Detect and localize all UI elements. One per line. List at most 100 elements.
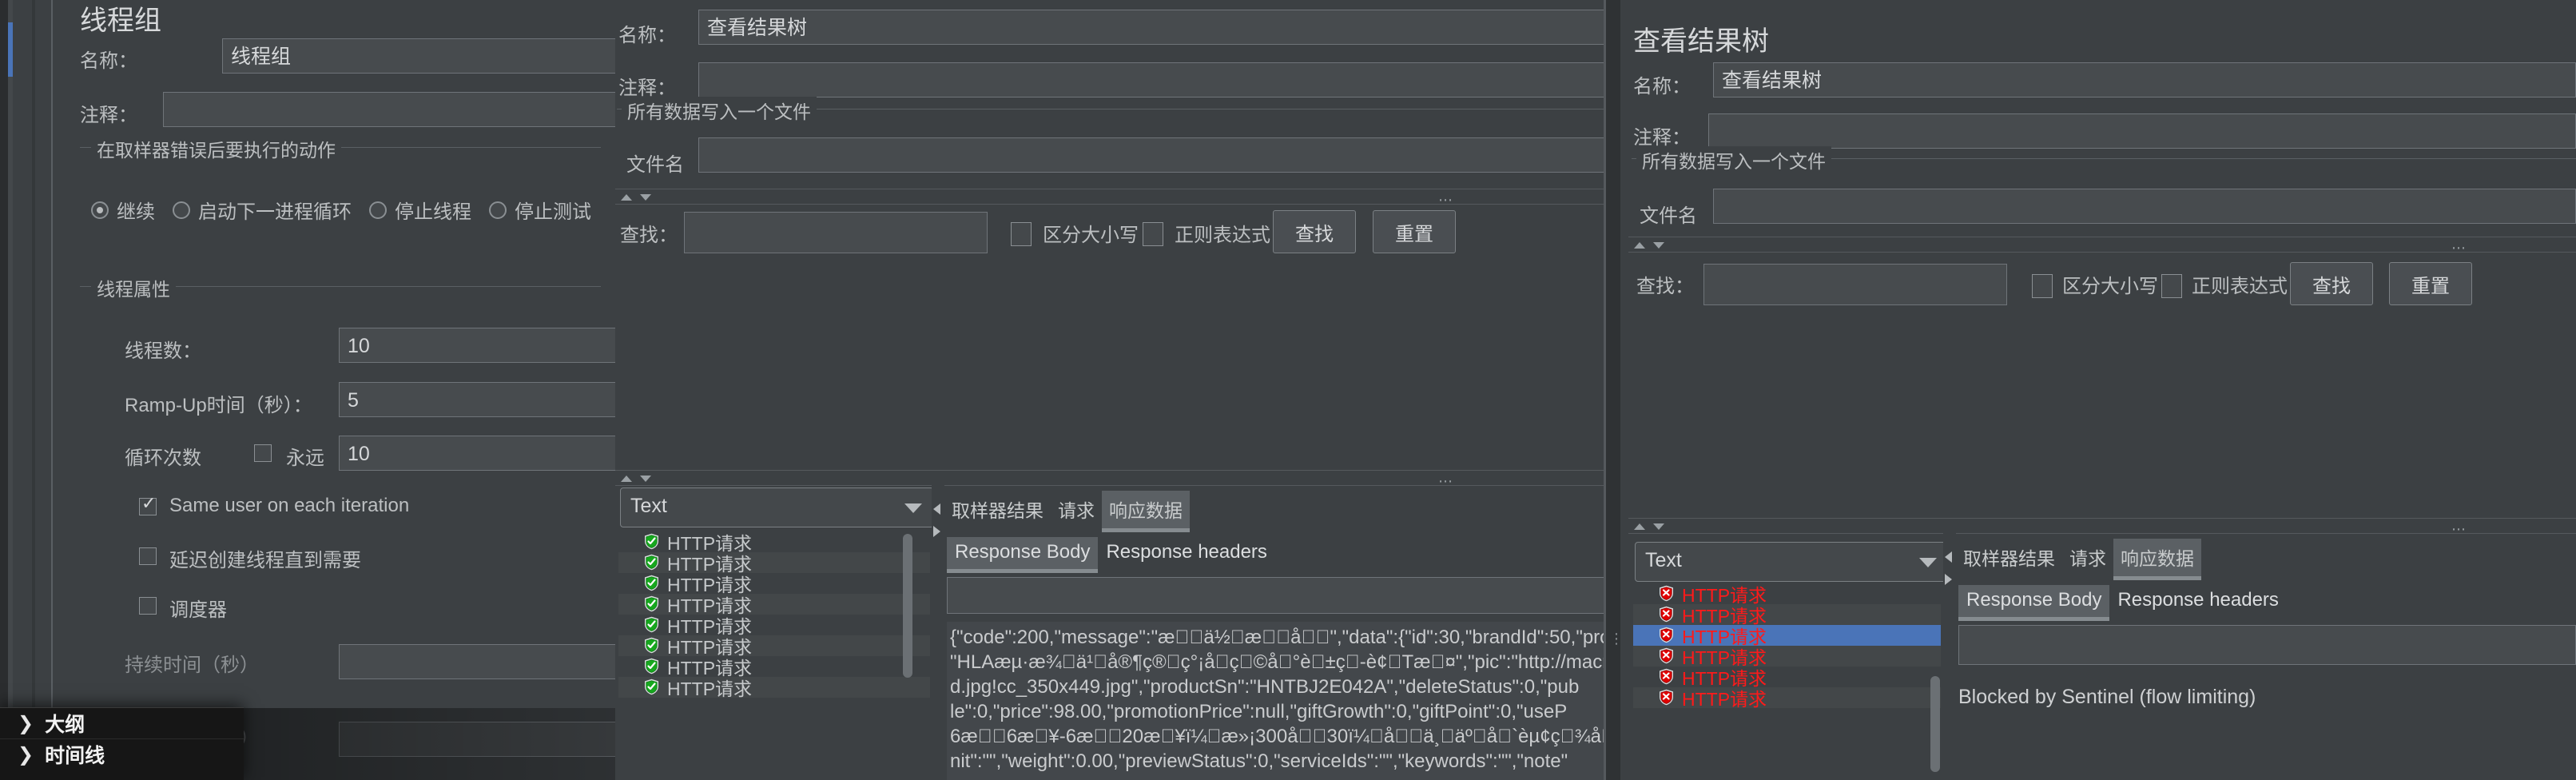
loop-count-input[interactable]: 10 [339,436,615,471]
response-subtabs-middle[interactable]: Response Body Response headers [947,537,1275,573]
response-subtabs-right[interactable]: Response Body Response headers [1958,585,2287,621]
arrow-right-icon[interactable] [1945,574,1952,585]
tree-item-http-request[interactable]: HTTP请求 [618,656,930,679]
collapse-down-icon[interactable] [1653,523,1664,530]
reset-button[interactable]: 重置 [2389,262,2472,305]
comment-input[interactable] [163,92,615,127]
subtab-response-headers[interactable]: Response headers [1098,537,1274,569]
response-body-text-middle[interactable]: {"code":200,"message":"æ  ä½ æ  å  ","da… [947,622,1606,780]
tree-item-http-request[interactable]: HTTP请求 [1633,667,1941,689]
tab-取样器结果[interactable]: 取样器结果 [944,491,1051,528]
delay-thread-creation-checkbox[interactable] [139,547,157,565]
subtab-response-body[interactable]: Response Body [1958,585,2110,621]
collapse-up-icon[interactable] [1634,242,1645,249]
results-tree-right[interactable]: HTTP请求 HTTP请求 HTTP请求 HTTP请求 HTTP请求 HTTP请求 [1633,583,1941,780]
same-user-label: Same user on each iteration [169,495,410,516]
radio-start-next-loop[interactable] [173,201,190,219]
thread-count-input[interactable]: 10 [339,328,615,363]
splitter-grip-icon[interactable]: ⋯ [2451,241,2467,255]
splitter-bar-middle[interactable]: ⋯ [1628,518,2576,536]
result-tabs-right[interactable]: 取样器结果 请求 响应数据 [1956,539,2201,580]
tree-item-http-request[interactable]: HTTP请求 [618,594,930,616]
radio-continue[interactable] [91,201,109,219]
renderer-select[interactable]: Text [1635,542,1949,582]
panel-splitter-handle[interactable] [45,0,51,780]
splitter-grip-icon[interactable]: ⋯ [1438,193,1454,207]
reset-button[interactable]: 重置 [1373,210,1456,253]
case-sensitive-checkbox[interactable] [1011,222,1032,246]
comment-input[interactable] [698,62,1606,98]
tree-item-http-request[interactable]: HTTP请求 [618,552,930,575]
tree-item-http-request[interactable]: HTTP请求 [1633,687,1941,710]
chevron-right-icon: ❯ [18,712,34,734]
arrow-left-icon[interactable] [933,503,940,515]
results-tree-scrollbar-middle[interactable] [903,534,912,678]
tree-item-http-request[interactable]: HTTP请求 [1633,583,1941,606]
find-button[interactable]: 查找 [2290,262,2373,305]
popup-item-timeline[interactable]: ❯ 时间线 [0,739,244,770]
tree-item-http-request[interactable]: HTTP请求 [618,531,930,554]
find-button[interactable]: 查找 [1273,210,1356,253]
forever-checkbox[interactable] [254,444,272,462]
tab-请求[interactable]: 请求 [2062,539,2113,576]
splitter-bar-top[interactable]: ⋯ [1628,237,2576,255]
tab-取样器结果[interactable]: 取样器结果 [1956,539,2062,576]
find-input[interactable] [1703,264,2007,305]
splitter-arrows-right[interactable] [1945,551,1956,591]
subtab-response-body[interactable]: Response Body [947,537,1099,573]
tab-响应数据[interactable]: 响应数据 [2113,539,2201,580]
regex-checkbox[interactable] [2161,274,2182,298]
tab-响应数据[interactable]: 响应数据 [1102,491,1190,532]
arrow-left-icon[interactable] [1945,551,1952,563]
chevron-down-icon[interactable] [1919,558,1937,567]
tab-请求[interactable]: 请求 [1051,491,1102,528]
tree-item-http-request[interactable]: HTTP请求 [1633,646,1941,668]
splitter-arrows-middle[interactable] [933,503,944,543]
collapse-down-icon[interactable] [640,476,651,482]
splitter-bar-middle[interactable]: ⋯ [615,470,1606,488]
radio-stop-thread[interactable] [369,201,387,219]
arrow-right-icon[interactable] [933,526,940,537]
same-user-checkbox[interactable] [139,493,157,515]
tree-item-http-request[interactable]: HTTP请求 [618,677,930,699]
name-input[interactable]: 查看结果树 [698,10,1606,45]
ramp-up-input[interactable]: 5 [339,382,615,417]
scheduler-checkbox[interactable] [139,597,157,615]
filename-input[interactable] [1713,189,2576,224]
response-body-text-right[interactable]: Blocked by Sentinel (flow limiting) [1958,686,2576,780]
popup-item-outline[interactable]: ❯ 大纲 [0,708,244,739]
tree-item-http-request[interactable]: HTTP请求 [1633,625,1941,647]
tree-item-http-request[interactable]: HTTP请求 [1633,604,1941,627]
results-tree-scrollbar-right[interactable] [1930,676,1940,772]
collapse-up-icon[interactable] [621,194,632,201]
splitter-grip-icon[interactable]: ⋯ [2451,522,2467,536]
collapse-up-icon[interactable] [621,476,632,482]
tree-item-label: HTTP请求 [667,679,753,699]
renderer-select[interactable]: Text [620,488,934,527]
chevron-down-icon[interactable] [904,503,922,513]
splitter-bar-top[interactable]: ⋯ [615,189,1606,207]
name-input[interactable]: 线程组 [222,38,615,74]
results-tree-middle[interactable]: HTTP请求 HTTP请求 HTTP请求 HTTP请求 HTTP请求 HTTP请求 HTTP… [618,531,930,780]
radio-stop-test[interactable] [489,201,507,219]
case-sensitive-checkbox[interactable] [2032,274,2053,298]
panel-divider-left[interactable] [32,0,35,780]
tree-selection-highlight [8,22,13,77]
collapse-up-icon[interactable] [1634,523,1645,530]
subtab-response-headers[interactable]: Response headers [2109,585,2286,617]
response-filter-input[interactable] [947,577,1606,614]
tree-item-http-request[interactable]: HTTP请求 [618,573,930,595]
window-edge-strip-outer [0,0,8,780]
find-input[interactable] [684,212,988,253]
name-input[interactable]: 查看结果树 [1713,62,2576,98]
tree-item-http-request[interactable]: HTTP请求 [618,615,930,637]
regex-checkbox[interactable] [1143,222,1163,246]
comment-input[interactable] [1708,113,2576,149]
splitter-grip-icon[interactable]: ⋯ [1438,474,1454,488]
collapse-down-icon[interactable] [1653,242,1664,249]
collapse-down-icon[interactable] [640,194,651,201]
result-tabs-middle[interactable]: 取样器结果 请求 响应数据 [944,491,1190,532]
response-filter-input[interactable] [1958,625,2576,665]
tree-item-http-request[interactable]: HTTP请求 [618,635,930,658]
filename-input[interactable] [698,137,1606,173]
